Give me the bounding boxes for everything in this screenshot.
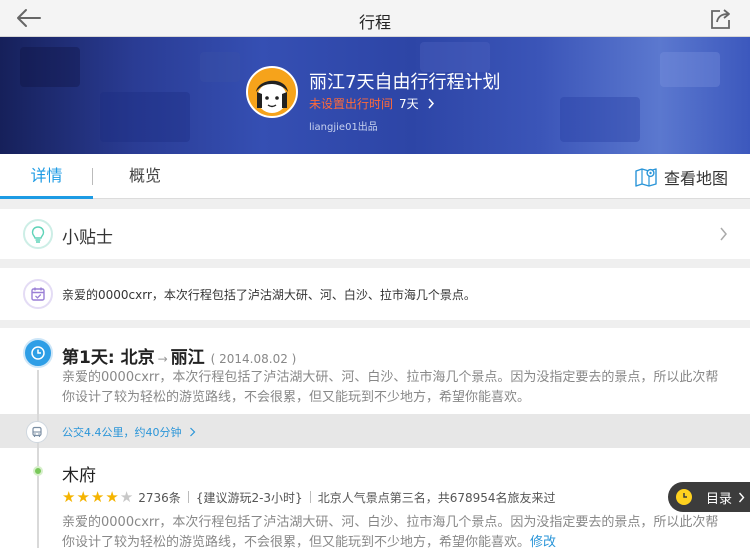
meta-divider <box>309 491 311 503</box>
tips-row[interactable]: 小贴士 <box>0 209 750 259</box>
trip-title: 丽江7天自由行行程计划 <box>309 72 501 93</box>
toc-button[interactable]: 目录 <box>668 482 750 512</box>
day-date: ( 2014.08.02 ) <box>210 352 297 366</box>
author-avatar[interactable] <box>246 66 298 118</box>
star-filled-icon: ★ <box>105 488 120 506</box>
rating-stars: ★★★★★ <box>62 488 134 506</box>
route-arrow: → <box>157 352 168 366</box>
day-title: 第1天: 北京 → 丽江 ( 2014.08.02 ) <box>62 343 296 368</box>
poi-card[interactable]: 木府 ★★★★★ 2736条 {建议游玩2-3小时} 北京人气景点第三名，共67… <box>0 448 750 548</box>
toc-clock-icon <box>676 489 692 505</box>
star-filled-icon: ★ <box>90 488 106 506</box>
intro-text: 亲爱的0000cxrr，本次行程包括了泸沽湖大研、河、白沙、拉市海几个景点。 <box>62 288 476 302</box>
lightbulb-icon <box>31 226 45 243</box>
meta-divider <box>187 491 189 503</box>
poi-meta: ★★★★★ 2736条 {建议游玩2-3小时} 北京人气景点第三名，共67895… <box>62 488 556 506</box>
star-filled-icon: ★ <box>62 488 77 506</box>
tab-detail[interactable]: 详情 <box>0 154 93 199</box>
day-1-section: 第1天: 北京 → 丽江 ( 2014.08.02 ) 亲爱的0000cxrr，本次行… <box>0 328 750 414</box>
clock-icon <box>31 346 45 360</box>
poi-name[interactable]: 木府 <box>62 461 96 486</box>
chevron-right-icon <box>738 492 745 502</box>
map-pin-icon <box>635 168 657 187</box>
transport-label: 公交4.4公里，约40分钟 <box>62 426 182 439</box>
tips-label: 小贴士 <box>62 228 113 248</box>
itinerary-page: 行程 丽江7天自由行行程计划 未设置出行时间 7天 liangjie01出品 详… <box>0 0 750 548</box>
bus-icon <box>32 426 42 437</box>
poi-rank: 北京人气景点第三名，共678954名旅友来过 <box>317 490 556 505</box>
day-icon-wrap <box>23 338 53 368</box>
nav-bar: 行程 <box>0 0 750 37</box>
day-number: 第1天 <box>62 348 108 368</box>
star-filled-icon: ★ <box>76 488 91 506</box>
day-description: 亲爱的0000cxrr，本次行程包括了泸沽湖大研、河、白沙、拉市海几个景点。因为… <box>62 370 719 405</box>
page-title: 行程 <box>358 13 391 32</box>
trip-author: liangjie01出品 <box>309 122 378 133</box>
trip-days: 7天 <box>399 97 419 111</box>
tips-icon-wrap <box>23 219 53 249</box>
view-map-button[interactable]: 查看地图 <box>634 164 728 190</box>
tab-bar: 详情 概览 查看地图 <box>0 154 750 199</box>
share-icon[interactable] <box>708 6 734 32</box>
trip-time-row[interactable]: 未设置出行时间 7天 <box>309 95 435 112</box>
suggested-duration: {建议游玩2-3小时} <box>195 490 303 505</box>
poi-description: 亲爱的0000cxrr，本次行程包括了泸沽湖大研、河、白沙、拉市海几个景点。因为… <box>62 513 722 548</box>
chevron-right-icon <box>720 227 727 241</box>
intro-row: 亲爱的0000cxrr，本次行程包括了泸沽湖大研、河、白沙、拉市海几个景点。 <box>0 268 750 320</box>
transport-row[interactable]: 公交4.4公里，约40分钟 <box>0 414 750 448</box>
unset-time-label[interactable]: 未设置出行时间 <box>309 97 393 111</box>
intro-icon-wrap <box>23 279 53 309</box>
chevron-right-icon <box>428 98 435 109</box>
clock-icon <box>683 493 687 498</box>
chevron-right-icon <box>190 427 196 437</box>
tab-divider <box>92 168 93 185</box>
trip-header: 丽江7天自由行行程计划 未设置出行时间 7天 liangjie01出品 <box>0 37 750 154</box>
day-to: 丽江 <box>170 348 205 368</box>
calendar-icon <box>31 287 45 301</box>
poi-description-text: 亲爱的0000cxrr，本次行程包括了泸沽湖大研、河、白沙、拉市海几个景点。因为… <box>62 515 719 548</box>
day-colon: : <box>107 348 115 368</box>
edit-link[interactable]: 修改 <box>530 535 556 548</box>
review-count: 2736条 <box>138 490 181 505</box>
timeline-dot <box>33 466 43 476</box>
timeline-line <box>37 370 39 414</box>
timeline-line <box>37 448 39 548</box>
day-from: 北京 <box>120 348 155 368</box>
tab-overview[interactable]: 概览 <box>110 154 180 199</box>
view-map-label: 查看地图 <box>663 169 728 188</box>
star-empty-icon: ★ <box>119 488 135 506</box>
avatar-face-icon <box>256 80 288 113</box>
toc-label: 目录 <box>706 491 733 507</box>
bus-icon-wrap <box>26 421 48 443</box>
transport-text: 公交4.4公里，约40分钟 <box>62 424 196 440</box>
